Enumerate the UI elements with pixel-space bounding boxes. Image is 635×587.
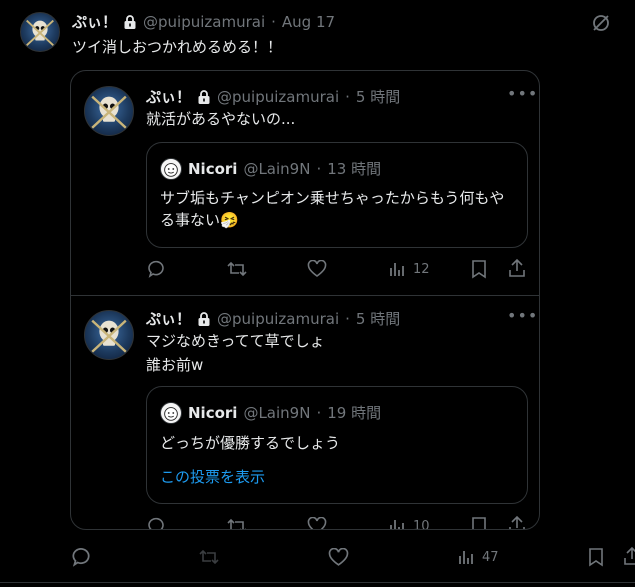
views-count[interactable]: 47 bbox=[458, 548, 499, 566]
inner2-header: Nicori @Lain9N · 19 時間 bbox=[188, 402, 381, 423]
tweet-time[interactable]: 5 時間 bbox=[356, 308, 400, 329]
like-icon[interactable] bbox=[307, 516, 327, 529]
views-number: 47 bbox=[482, 549, 499, 565]
views-count[interactable]: 12 bbox=[389, 260, 430, 278]
like-icon[interactable] bbox=[307, 259, 327, 278]
views-count[interactable]: 10 bbox=[389, 517, 430, 529]
tweet-time: 19 時間 bbox=[327, 404, 382, 422]
quote2-avatar[interactable] bbox=[84, 310, 134, 360]
reply-icon[interactable] bbox=[146, 259, 166, 279]
separator: · bbox=[271, 12, 276, 31]
inner1-text: サブ垢もチャンピオン乗せちゃったからもう何もやる事ない🤧 bbox=[160, 189, 505, 229]
retweet-icon[interactable] bbox=[226, 516, 248, 529]
analytics-icon bbox=[458, 548, 476, 566]
reply-icon[interactable] bbox=[146, 516, 166, 529]
separator: · bbox=[345, 87, 350, 106]
quote2-text-line2: 誰お前w bbox=[146, 356, 204, 374]
bookmark-icon[interactable] bbox=[587, 547, 605, 567]
author-handle: @Lain9N bbox=[243, 159, 311, 178]
share-icon[interactable] bbox=[507, 515, 527, 529]
tweet-time: 13 時間 bbox=[327, 160, 382, 178]
like-icon[interactable] bbox=[328, 547, 349, 567]
main-tweet-text: ツイ消しおつかれめるめる！！ bbox=[72, 38, 283, 56]
view-poll-link[interactable]: この投票を表示 bbox=[160, 466, 265, 487]
analytics-icon bbox=[389, 517, 407, 529]
author-name: Nicori bbox=[188, 403, 238, 422]
more-options-icon[interactable]: ••• bbox=[507, 306, 538, 325]
separator: · bbox=[345, 309, 350, 328]
quote-divider bbox=[71, 295, 539, 296]
tweet-time[interactable]: Aug 17 bbox=[282, 13, 335, 31]
author-name[interactable]: ぷぃ！ bbox=[72, 11, 117, 32]
separator: · bbox=[316, 159, 322, 178]
inner2-avatar bbox=[160, 402, 182, 424]
main-avatar[interactable] bbox=[20, 12, 60, 52]
main-tweet-header: ぷぃ！ @puipuizamurai · Aug 17 bbox=[72, 11, 335, 32]
tweet-time[interactable]: 5 時間 bbox=[356, 86, 400, 107]
quote2-actions: 10 bbox=[71, 506, 539, 529]
views-number: 10 bbox=[413, 518, 430, 530]
inner2-text: どっちが優勝するでしょう bbox=[160, 434, 341, 452]
bookmark-icon[interactable] bbox=[470, 259, 488, 279]
lock-icon bbox=[197, 89, 211, 105]
bottom-divider bbox=[0, 582, 635, 583]
grok-icon[interactable] bbox=[591, 13, 611, 33]
inner1-header: Nicori @Lain9N · 13 時間 bbox=[188, 158, 381, 179]
author-handle: @Lain9N bbox=[243, 403, 311, 422]
author-name[interactable]: ぷぃ！ bbox=[146, 86, 191, 107]
separator: · bbox=[316, 403, 322, 422]
author-name[interactable]: ぷぃ！ bbox=[146, 308, 191, 329]
quote2-text-line1: マジなめきってて草でしょ bbox=[146, 332, 325, 350]
reply-icon[interactable] bbox=[70, 546, 92, 568]
more-options-icon[interactable]: ••• bbox=[507, 84, 538, 103]
analytics-icon bbox=[389, 260, 407, 278]
author-handle[interactable]: @puipuizamurai bbox=[217, 310, 339, 328]
quote1-avatar[interactable] bbox=[84, 86, 134, 136]
author-handle[interactable]: @puipuizamurai bbox=[143, 13, 265, 31]
views-number: 12 bbox=[413, 261, 430, 277]
share-icon[interactable] bbox=[622, 546, 635, 566]
retweet-icon[interactable] bbox=[226, 259, 248, 279]
bookmark-icon[interactable] bbox=[470, 516, 488, 529]
author-handle[interactable]: @puipuizamurai bbox=[217, 88, 339, 106]
share-icon[interactable] bbox=[507, 258, 527, 278]
quote1-text: 就活があるやないの... bbox=[146, 110, 296, 128]
quote1-header: ぷぃ！ @puipuizamurai · 5 時間 bbox=[146, 86, 400, 107]
quote2-header: ぷぃ！ @puipuizamurai · 5 時間 bbox=[146, 308, 400, 329]
retweet-icon[interactable] bbox=[198, 547, 220, 567]
lock-icon bbox=[123, 14, 137, 30]
lock-icon bbox=[197, 311, 211, 327]
inner1-avatar bbox=[160, 158, 182, 180]
author-name: Nicori bbox=[188, 159, 238, 178]
